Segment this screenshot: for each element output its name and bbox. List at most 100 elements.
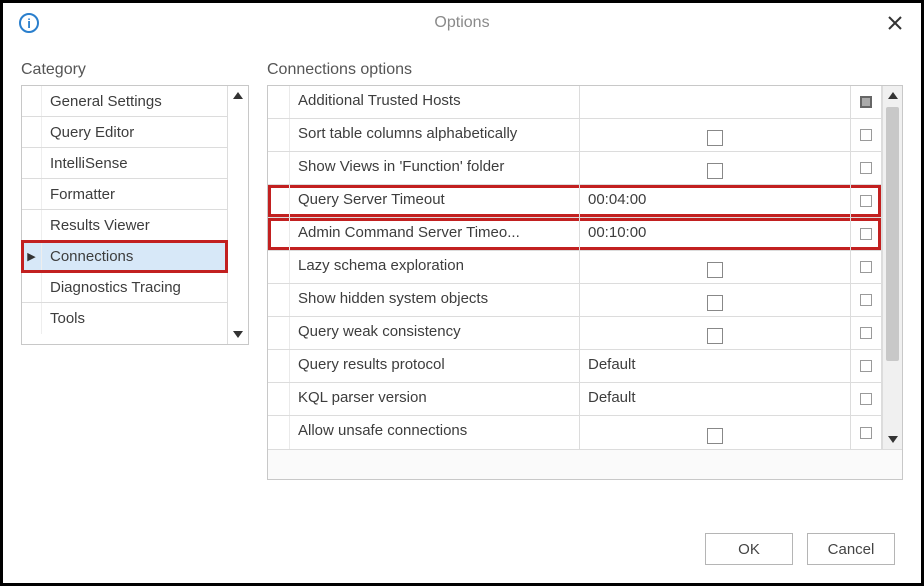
category-item-label: Tools — [42, 310, 85, 327]
option-value[interactable] — [580, 119, 851, 151]
option-control — [851, 350, 881, 382]
scroll-up-icon[interactable] — [888, 92, 898, 99]
option-row[interactable]: Query weak consistency — [268, 317, 881, 350]
option-row[interactable]: Allow unsafe connections — [268, 416, 881, 449]
option-label: Additional Trusted Hosts — [290, 86, 580, 118]
category-list: General Settings Query Editor IntelliSense… — [21, 85, 249, 345]
option-row[interactable]: Sort table columns alphabetically — [268, 119, 881, 152]
cell-marker — [860, 195, 872, 207]
option-row[interactable]: Query results protocolDefault — [268, 350, 881, 383]
option-row[interactable]: Show hidden system objects — [268, 284, 881, 317]
category-item-label: Results Viewer — [42, 217, 150, 234]
close-button[interactable] — [883, 11, 907, 35]
scroll-down-icon[interactable] — [888, 436, 898, 443]
option-caret — [268, 416, 290, 449]
options-scrollbar[interactable] — [882, 86, 902, 449]
category-caret — [22, 179, 42, 209]
category-scrollbar[interactable] — [228, 86, 248, 344]
option-caret — [268, 284, 290, 316]
option-caret — [268, 383, 290, 415]
scroll-down-icon[interactable] — [233, 331, 243, 338]
option-caret — [268, 86, 290, 118]
cell-marker — [860, 162, 872, 174]
dropdown-icon[interactable] — [860, 96, 872, 108]
category-caret: ▶ — [22, 241, 42, 271]
category-caret — [22, 210, 42, 240]
option-control — [851, 284, 881, 316]
category-panel: Category General SettingsQuery EditorInt… — [21, 61, 249, 515]
option-value[interactable] — [580, 152, 851, 184]
options-grid: Additional Trusted HostsSort table colum… — [267, 85, 903, 480]
category-item-label: Connections — [42, 248, 133, 265]
cell-marker — [860, 294, 872, 306]
category-item[interactable]: Results Viewer — [22, 210, 227, 241]
option-control — [851, 218, 881, 250]
option-label: Sort table columns alphabetically — [290, 119, 580, 151]
option-label: Query results protocol — [290, 350, 580, 382]
cell-marker — [860, 228, 872, 240]
option-row[interactable]: Lazy schema exploration — [268, 251, 881, 284]
option-row[interactable]: Additional Trusted Hosts — [268, 86, 881, 119]
category-item-label: Diagnostics Tracing — [42, 279, 181, 296]
cell-marker — [860, 427, 872, 439]
option-control[interactable] — [851, 86, 881, 118]
option-value[interactable] — [580, 317, 851, 349]
category-item[interactable]: Diagnostics Tracing — [22, 272, 227, 303]
option-caret — [268, 119, 290, 151]
category-item-label: General Settings — [42, 93, 162, 110]
category-item[interactable]: Tools — [22, 303, 227, 334]
checkbox[interactable] — [707, 262, 723, 278]
option-control — [851, 185, 881, 217]
scrollbar-thumb[interactable] — [886, 107, 899, 361]
cell-marker — [860, 261, 872, 273]
checkbox[interactable] — [707, 130, 723, 146]
option-control — [851, 416, 881, 449]
category-item-label: IntelliSense — [42, 155, 128, 172]
option-label: Query Server Timeout — [290, 185, 580, 217]
option-label: Allow unsafe connections — [290, 416, 580, 449]
close-icon — [887, 15, 903, 31]
option-label: Show hidden system objects — [290, 284, 580, 316]
options-grid-footer — [268, 449, 902, 479]
category-item[interactable]: Query Editor — [22, 117, 227, 148]
cancel-button[interactable]: Cancel — [807, 533, 895, 565]
option-control — [851, 119, 881, 151]
options-panel: Connections options Additional Trusted H… — [267, 61, 903, 515]
category-item[interactable]: ▶Connections — [22, 241, 227, 272]
category-item-label: Query Editor — [42, 124, 134, 141]
option-value[interactable] — [580, 284, 851, 316]
checkbox[interactable] — [707, 428, 723, 444]
category-item[interactable]: General Settings — [22, 86, 227, 117]
option-value[interactable] — [580, 251, 851, 283]
option-row[interactable]: Query Server Timeout00:04:00 — [268, 185, 881, 218]
option-row[interactable]: KQL parser versionDefault — [268, 383, 881, 416]
window-title: Options — [3, 14, 921, 32]
checkbox[interactable] — [707, 163, 723, 179]
ok-button[interactable]: OK — [705, 533, 793, 565]
dialog-buttons: OK Cancel — [3, 515, 921, 583]
option-row[interactable]: Show Views in 'Function' folder — [268, 152, 881, 185]
option-control — [851, 251, 881, 283]
category-caret — [22, 272, 42, 302]
category-item[interactable]: IntelliSense — [22, 148, 227, 179]
option-value[interactable]: 00:10:00 — [580, 218, 851, 250]
checkbox[interactable] — [707, 295, 723, 311]
option-label: Admin Command Server Timeo... — [290, 218, 580, 250]
category-item-label: Formatter — [42, 186, 115, 203]
option-value[interactable] — [580, 416, 851, 449]
category-item[interactable]: Formatter — [22, 179, 227, 210]
checkbox[interactable] — [707, 328, 723, 344]
scroll-up-icon[interactable] — [233, 92, 243, 99]
category-caret — [22, 148, 42, 178]
options-label: Connections options — [267, 61, 903, 79]
option-caret — [268, 218, 290, 250]
cell-marker — [860, 327, 872, 339]
category-caret — [22, 86, 42, 116]
option-value[interactable]: Default — [580, 350, 851, 382]
cell-marker — [860, 360, 872, 372]
option-value[interactable]: 00:04:00 — [580, 185, 851, 217]
option-value[interactable] — [580, 86, 851, 118]
option-row[interactable]: Admin Command Server Timeo...00:10:00 — [268, 218, 881, 251]
scrollbar-track[interactable] — [883, 105, 902, 430]
option-value[interactable]: Default — [580, 383, 851, 415]
